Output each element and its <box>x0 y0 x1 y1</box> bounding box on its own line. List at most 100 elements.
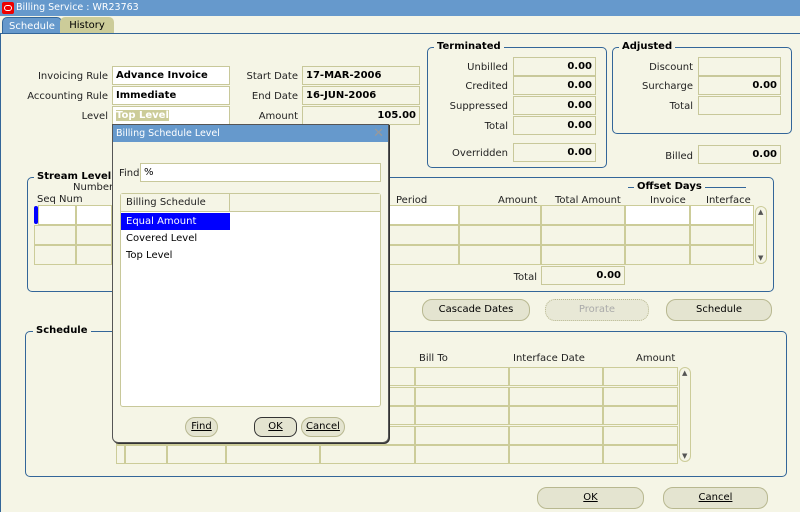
total-amount-cell <box>541 205 625 225</box>
number-cell[interactable] <box>76 205 112 225</box>
start-date-label: Start Date <box>246 71 298 82</box>
col-seq-num: Seq Num <box>37 194 83 205</box>
stream-total-label: Total <box>513 272 537 283</box>
invoice-cell[interactable] <box>625 205 690 225</box>
schedule-cell[interactable] <box>603 445 678 464</box>
total-amount-cell <box>541 225 625 245</box>
interface-cell[interactable] <box>690 245 754 265</box>
adjusted-total-field <box>698 96 781 115</box>
accounting-rule-field[interactable]: Immediate <box>112 86 230 105</box>
schedule-cell[interactable] <box>415 406 509 425</box>
window-titlebar: Billing Service : WR23763 <box>0 0 800 16</box>
scroll-up-icon[interactable]: ▲ <box>682 369 687 377</box>
schedule-cell[interactable] <box>415 386 509 406</box>
scroll-up-icon[interactable]: ▲ <box>758 208 763 216</box>
schedule-cell[interactable] <box>320 445 415 464</box>
suppressed-field: 0.00 <box>513 96 596 115</box>
unbilled-label: Unbilled <box>467 62 508 73</box>
stream-scrollbar[interactable]: ▲ ▼ <box>755 206 767 264</box>
ok-button[interactable]: OK <box>537 487 644 509</box>
results-column-header[interactable]: Billing Schedule Level <box>121 194 230 226</box>
cancel-button[interactable]: Cancel <box>663 487 768 509</box>
interface-cell[interactable] <box>690 225 754 245</box>
schedule-cell[interactable] <box>603 425 678 445</box>
billed-label: Billed <box>665 151 693 162</box>
billed-field: 0.00 <box>698 145 781 164</box>
terminated-total-field: 0.00 <box>513 116 596 135</box>
invoicing-rule-label: Invoicing Rule <box>37 71 108 82</box>
schedule-cell[interactable] <box>167 445 226 464</box>
ok-label: OK <box>583 492 598 503</box>
total-amount-cell <box>541 245 625 265</box>
schedule-cell[interactable] <box>603 386 678 406</box>
seq-num-cell[interactable] <box>34 225 76 245</box>
schedule-cell[interactable] <box>226 445 320 464</box>
schedule-cell[interactable] <box>509 406 603 425</box>
invoicing-rule-field[interactable]: Advance Invoice <box>112 66 230 85</box>
schedule-cell[interactable] <box>509 445 603 464</box>
dialog-cancel-button[interactable]: Cancel <box>301 417 345 437</box>
discount-label: Discount <box>649 62 693 73</box>
scroll-down-icon[interactable]: ▼ <box>682 452 687 460</box>
amount-label: Amount <box>258 111 298 122</box>
schedule-cell[interactable] <box>509 386 603 406</box>
overridden-field: 0.00 <box>513 143 596 162</box>
unbilled-field: 0.00 <box>513 57 596 76</box>
schedule-button[interactable]: Schedule <box>666 299 772 321</box>
dialog-ok-button[interactable]: OK <box>254 417 297 437</box>
dialog-find-label: Find <box>191 421 212 432</box>
list-item[interactable]: Top Level <box>121 247 230 264</box>
adjusted-title: Adjusted <box>619 41 676 52</box>
seq-num-cell[interactable] <box>34 245 76 265</box>
period-cell[interactable] <box>389 245 459 265</box>
find-label: Find <box>119 168 140 179</box>
dialog-title: Billing Schedule Level <box>116 128 220 139</box>
col-bill-to: Bill To <box>419 353 448 364</box>
stream-level-title: Stream Level <box>34 171 115 182</box>
schedule-cell[interactable] <box>116 445 125 464</box>
schedule-cell[interactable] <box>415 445 509 464</box>
start-date-field: 17-MAR-2006 <box>302 66 420 85</box>
prorate-button[interactable]: Prorate <box>545 299 649 321</box>
tab-schedule[interactable]: Schedule <box>2 17 62 34</box>
tab-history[interactable]: History <box>60 17 114 34</box>
level-field[interactable]: Top Level <box>112 106 230 125</box>
adjusted-total-label: Total <box>669 101 693 112</box>
amount-cell <box>459 225 541 245</box>
tab-history-label: History <box>69 20 105 31</box>
schedule-cell[interactable] <box>415 425 509 445</box>
period-cell[interactable] <box>389 205 459 225</box>
dialog-cancel-label: Cancel <box>306 421 340 432</box>
number-cell[interactable] <box>76 225 112 245</box>
find-input[interactable]: % <box>140 163 381 182</box>
invoice-cell[interactable] <box>625 225 690 245</box>
schedule-cell[interactable] <box>603 406 678 425</box>
period-cell[interactable] <box>389 225 459 245</box>
schedule-scrollbar[interactable]: ▲ ▼ <box>679 367 691 462</box>
level-label: Level <box>81 111 108 122</box>
schedule-cell[interactable] <box>603 367 678 386</box>
invoice-cell[interactable] <box>625 245 690 265</box>
schedule-cell[interactable] <box>415 367 509 386</box>
dialog-find-button[interactable]: Find <box>185 417 218 437</box>
interface-cell[interactable] <box>690 205 754 225</box>
scroll-down-icon[interactable]: ▼ <box>758 254 763 262</box>
number-cell[interactable] <box>76 245 112 265</box>
list-item[interactable]: Equal Amount <box>121 213 230 230</box>
amount-cell <box>459 205 541 225</box>
tab-schedule-label: Schedule <box>9 21 55 32</box>
end-date-field: 16-JUN-2006 <box>302 86 420 105</box>
schedule-cell[interactable] <box>125 445 167 464</box>
results-list: Billing Schedule Level Equal Amount Cove… <box>120 193 381 407</box>
discount-field <box>698 57 781 76</box>
close-icon[interactable]: ✕ <box>373 125 384 142</box>
schedule-title: Schedule <box>33 325 91 336</box>
list-item[interactable]: Covered Level <box>121 230 230 247</box>
schedule-cell[interactable] <box>509 367 603 386</box>
seq-num-cell[interactable] <box>38 205 76 225</box>
cascade-dates-button[interactable]: Cascade Dates <box>422 299 530 321</box>
credited-label: Credited <box>465 81 508 92</box>
schedule-cell[interactable] <box>509 425 603 445</box>
credited-field: 0.00 <box>513 76 596 95</box>
results-list-header: Billing Schedule Level <box>121 194 380 226</box>
